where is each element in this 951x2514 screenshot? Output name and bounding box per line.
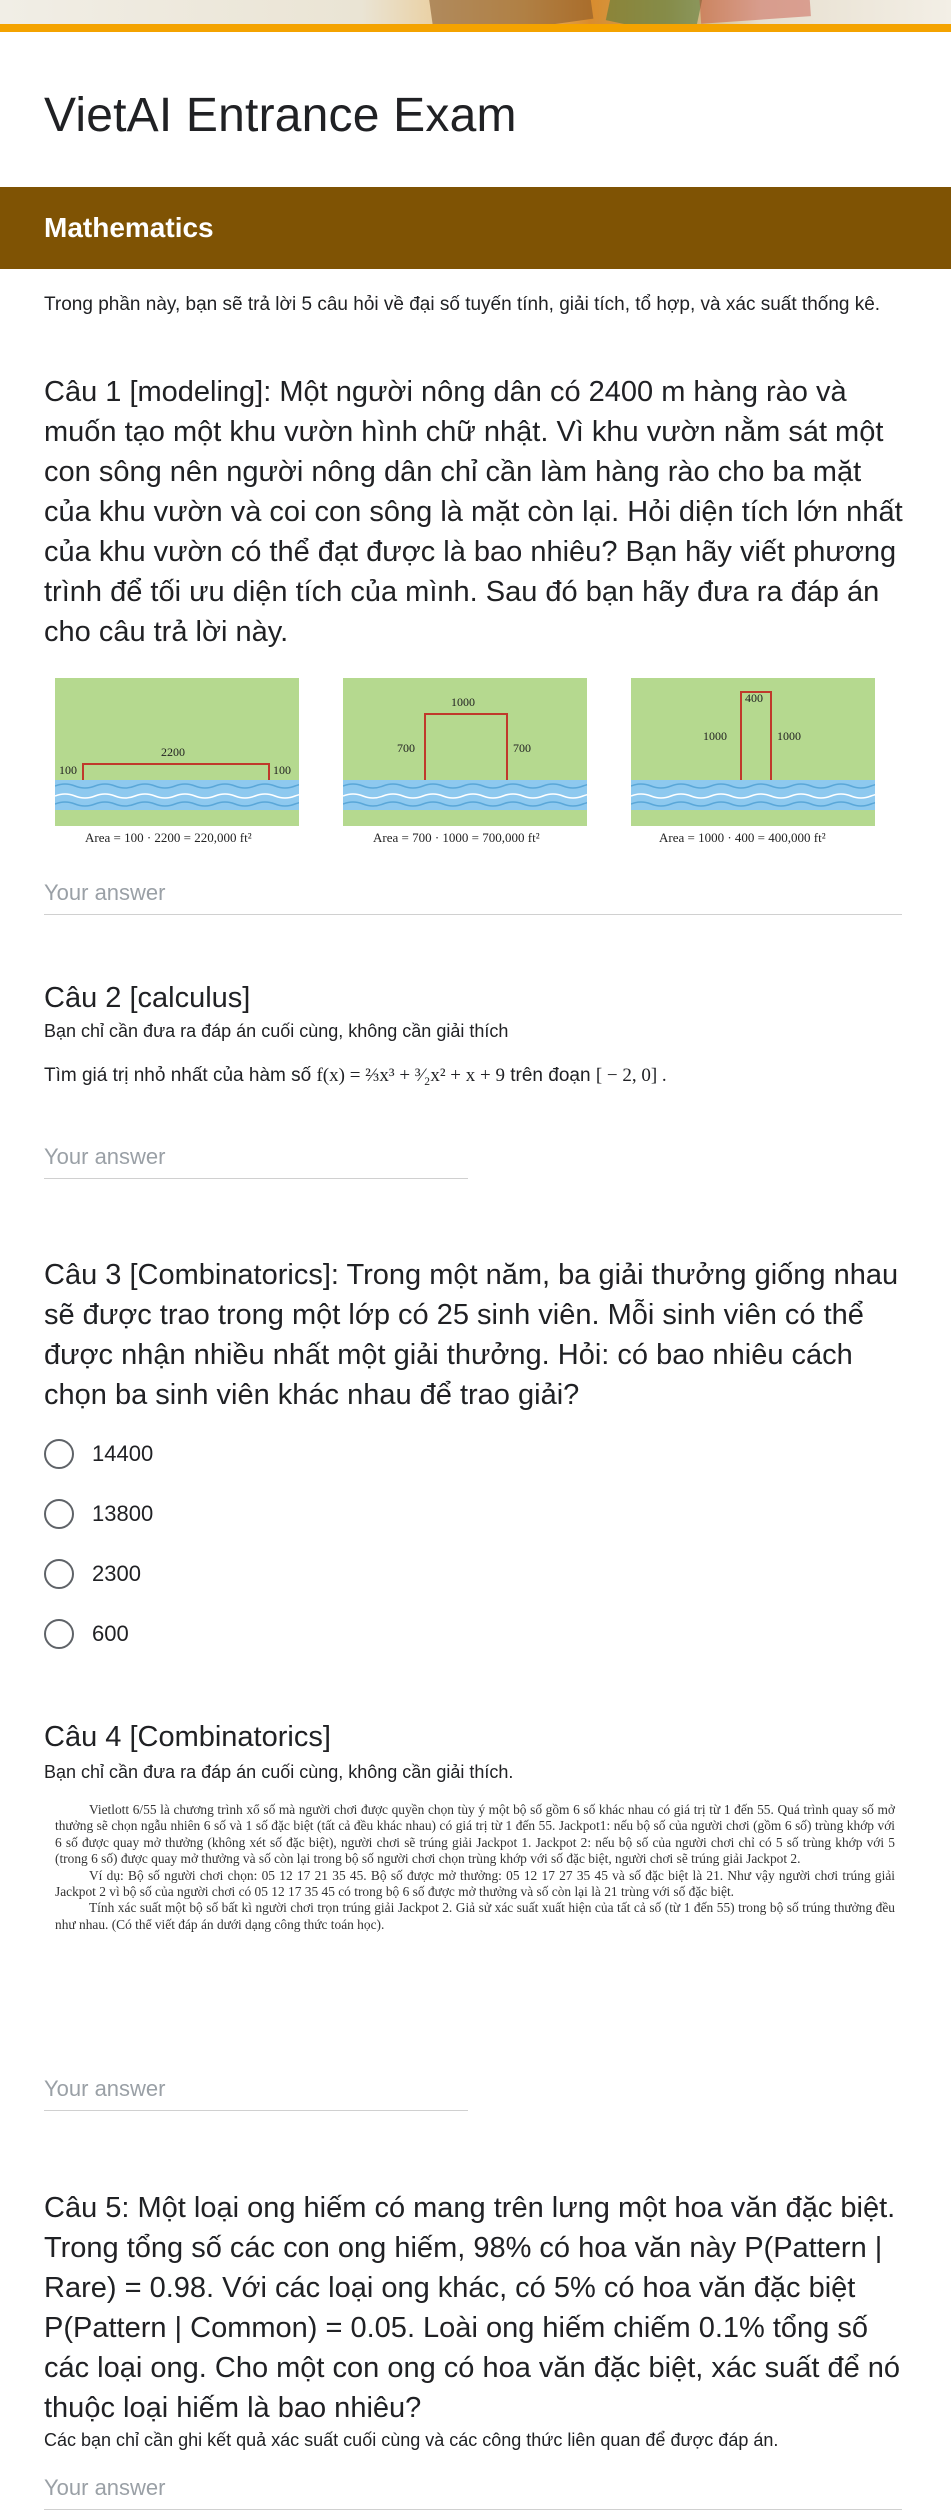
section-title: Mathematics bbox=[44, 212, 214, 243]
question-5-title: Câu 5: Một loại ong hiếm có mang trên lư… bbox=[44, 2192, 901, 2424]
figure-2-left-label: 700 bbox=[397, 741, 415, 755]
figure-garden-2: 1000 700 700 Area = 700 · 1000 = 700,000… bbox=[342, 678, 604, 848]
section-header: Mathematics bbox=[0, 187, 951, 269]
figure-2-top-label: 1000 bbox=[451, 695, 475, 709]
question-2-title: Câu 2 [calculus] bbox=[44, 982, 251, 1014]
figure-2-right-label: 700 bbox=[513, 741, 531, 755]
question-4-title: Câu 4 [Combinatorics] bbox=[44, 1721, 331, 1753]
question-4-help-text: Bạn chỉ cần đưa ra đáp án cuối cùng, khô… bbox=[44, 1762, 514, 1782]
question-2-function: f(x) = ⅔x³ + ³⁄₂x² + x + 9 bbox=[316, 1065, 505, 1086]
figure-garden-3: 400 1000 1000 Area = 1000 · 400 = 400,00… bbox=[630, 678, 892, 848]
figure-garden-1: 2200 100 100 Area = 100 · 2200 = 220,000… bbox=[54, 678, 316, 848]
question-1-title: Câu 1 [modeling]: Một người nông dân có … bbox=[44, 376, 903, 648]
question-4-answer-input[interactable] bbox=[44, 2076, 468, 2111]
question-2-answer-input[interactable] bbox=[44, 1144, 468, 1179]
question-3-option-3[interactable]: 2300 bbox=[44, 1558, 141, 1590]
radio-button[interactable] bbox=[44, 1619, 74, 1649]
question-2-interval: [ − 2, 0] . bbox=[595, 1065, 667, 1086]
figure-3-top-label: 400 bbox=[745, 691, 763, 705]
question-4-paragraph-3: Tính xác suất một bộ số bất kì người chơ… bbox=[55, 1900, 895, 1932]
section-description: Trong phần này, bạn sẽ trả lời 5 câu hỏi… bbox=[44, 294, 881, 315]
question-3-option-2[interactable]: 13800 bbox=[44, 1498, 153, 1530]
question-2-prompt: Tìm giá trị nhỏ nhất của hàm số f(x) = ⅔… bbox=[44, 1065, 667, 1087]
header-banner-image bbox=[0, 0, 951, 32]
option-label: 13800 bbox=[92, 1501, 154, 1526]
figure-1-left-label: 100 bbox=[59, 763, 77, 777]
question-1-figures: 2200 100 100 Area = 100 · 2200 = 220,000… bbox=[54, 678, 892, 848]
question-1-answer-input[interactable] bbox=[44, 880, 902, 915]
figure-2-caption: Area = 700 · 1000 = 700,000 ft² bbox=[373, 830, 540, 845]
figure-1-caption: Area = 100 · 2200 = 220,000 ft² bbox=[85, 830, 252, 845]
question-2-prompt-middle: trên đoạn bbox=[510, 1065, 591, 1086]
figure-3-caption: Area = 1000 · 400 = 400,000 ft² bbox=[659, 830, 826, 845]
option-label: 2300 bbox=[92, 1561, 141, 1586]
question-2-prompt-prefix: Tìm giá trị nhỏ nhất của hàm số bbox=[44, 1065, 312, 1086]
radio-button[interactable] bbox=[44, 1439, 74, 1469]
figure-1-top-label: 2200 bbox=[161, 745, 185, 759]
question-3-title: Câu 3 [Combinatorics]: Trong một năm, ba… bbox=[44, 1259, 899, 1411]
radio-button[interactable] bbox=[44, 1559, 74, 1589]
option-label: 14400 bbox=[92, 1441, 154, 1466]
question-4-paragraph-2: Ví dụ: Bộ số người chơi chọn: 05 12 17 2… bbox=[55, 1867, 895, 1900]
question-2-help-text: Bạn chỉ cần đưa ra đáp án cuối cùng, khô… bbox=[44, 1021, 509, 1041]
question-4-paragraph-1: Vietlott 6/55 là chương trình xổ số mà n… bbox=[55, 1802, 895, 1867]
figure-3-right-label: 1000 bbox=[777, 729, 801, 743]
question-3-option-4[interactable]: 600 bbox=[44, 1618, 129, 1650]
accent-bar bbox=[0, 24, 951, 32]
question-3-option-1[interactable]: 14400 bbox=[44, 1438, 153, 1470]
option-label: 600 bbox=[92, 1621, 129, 1646]
figure-3-left-label: 1000 bbox=[703, 729, 727, 743]
figure-1-right-label: 100 bbox=[273, 763, 291, 777]
question-5-help-text: Các bạn chỉ cần ghi kết quả xác suất cuố… bbox=[44, 2430, 779, 2450]
radio-button[interactable] bbox=[44, 1499, 74, 1529]
question-5-answer-input[interactable] bbox=[44, 2475, 902, 2510]
question-4-problem-text: Vietlott 6/55 là chương trình xổ số mà n… bbox=[55, 1802, 895, 1933]
form-title: VietAI Entrance Exam bbox=[44, 89, 517, 142]
